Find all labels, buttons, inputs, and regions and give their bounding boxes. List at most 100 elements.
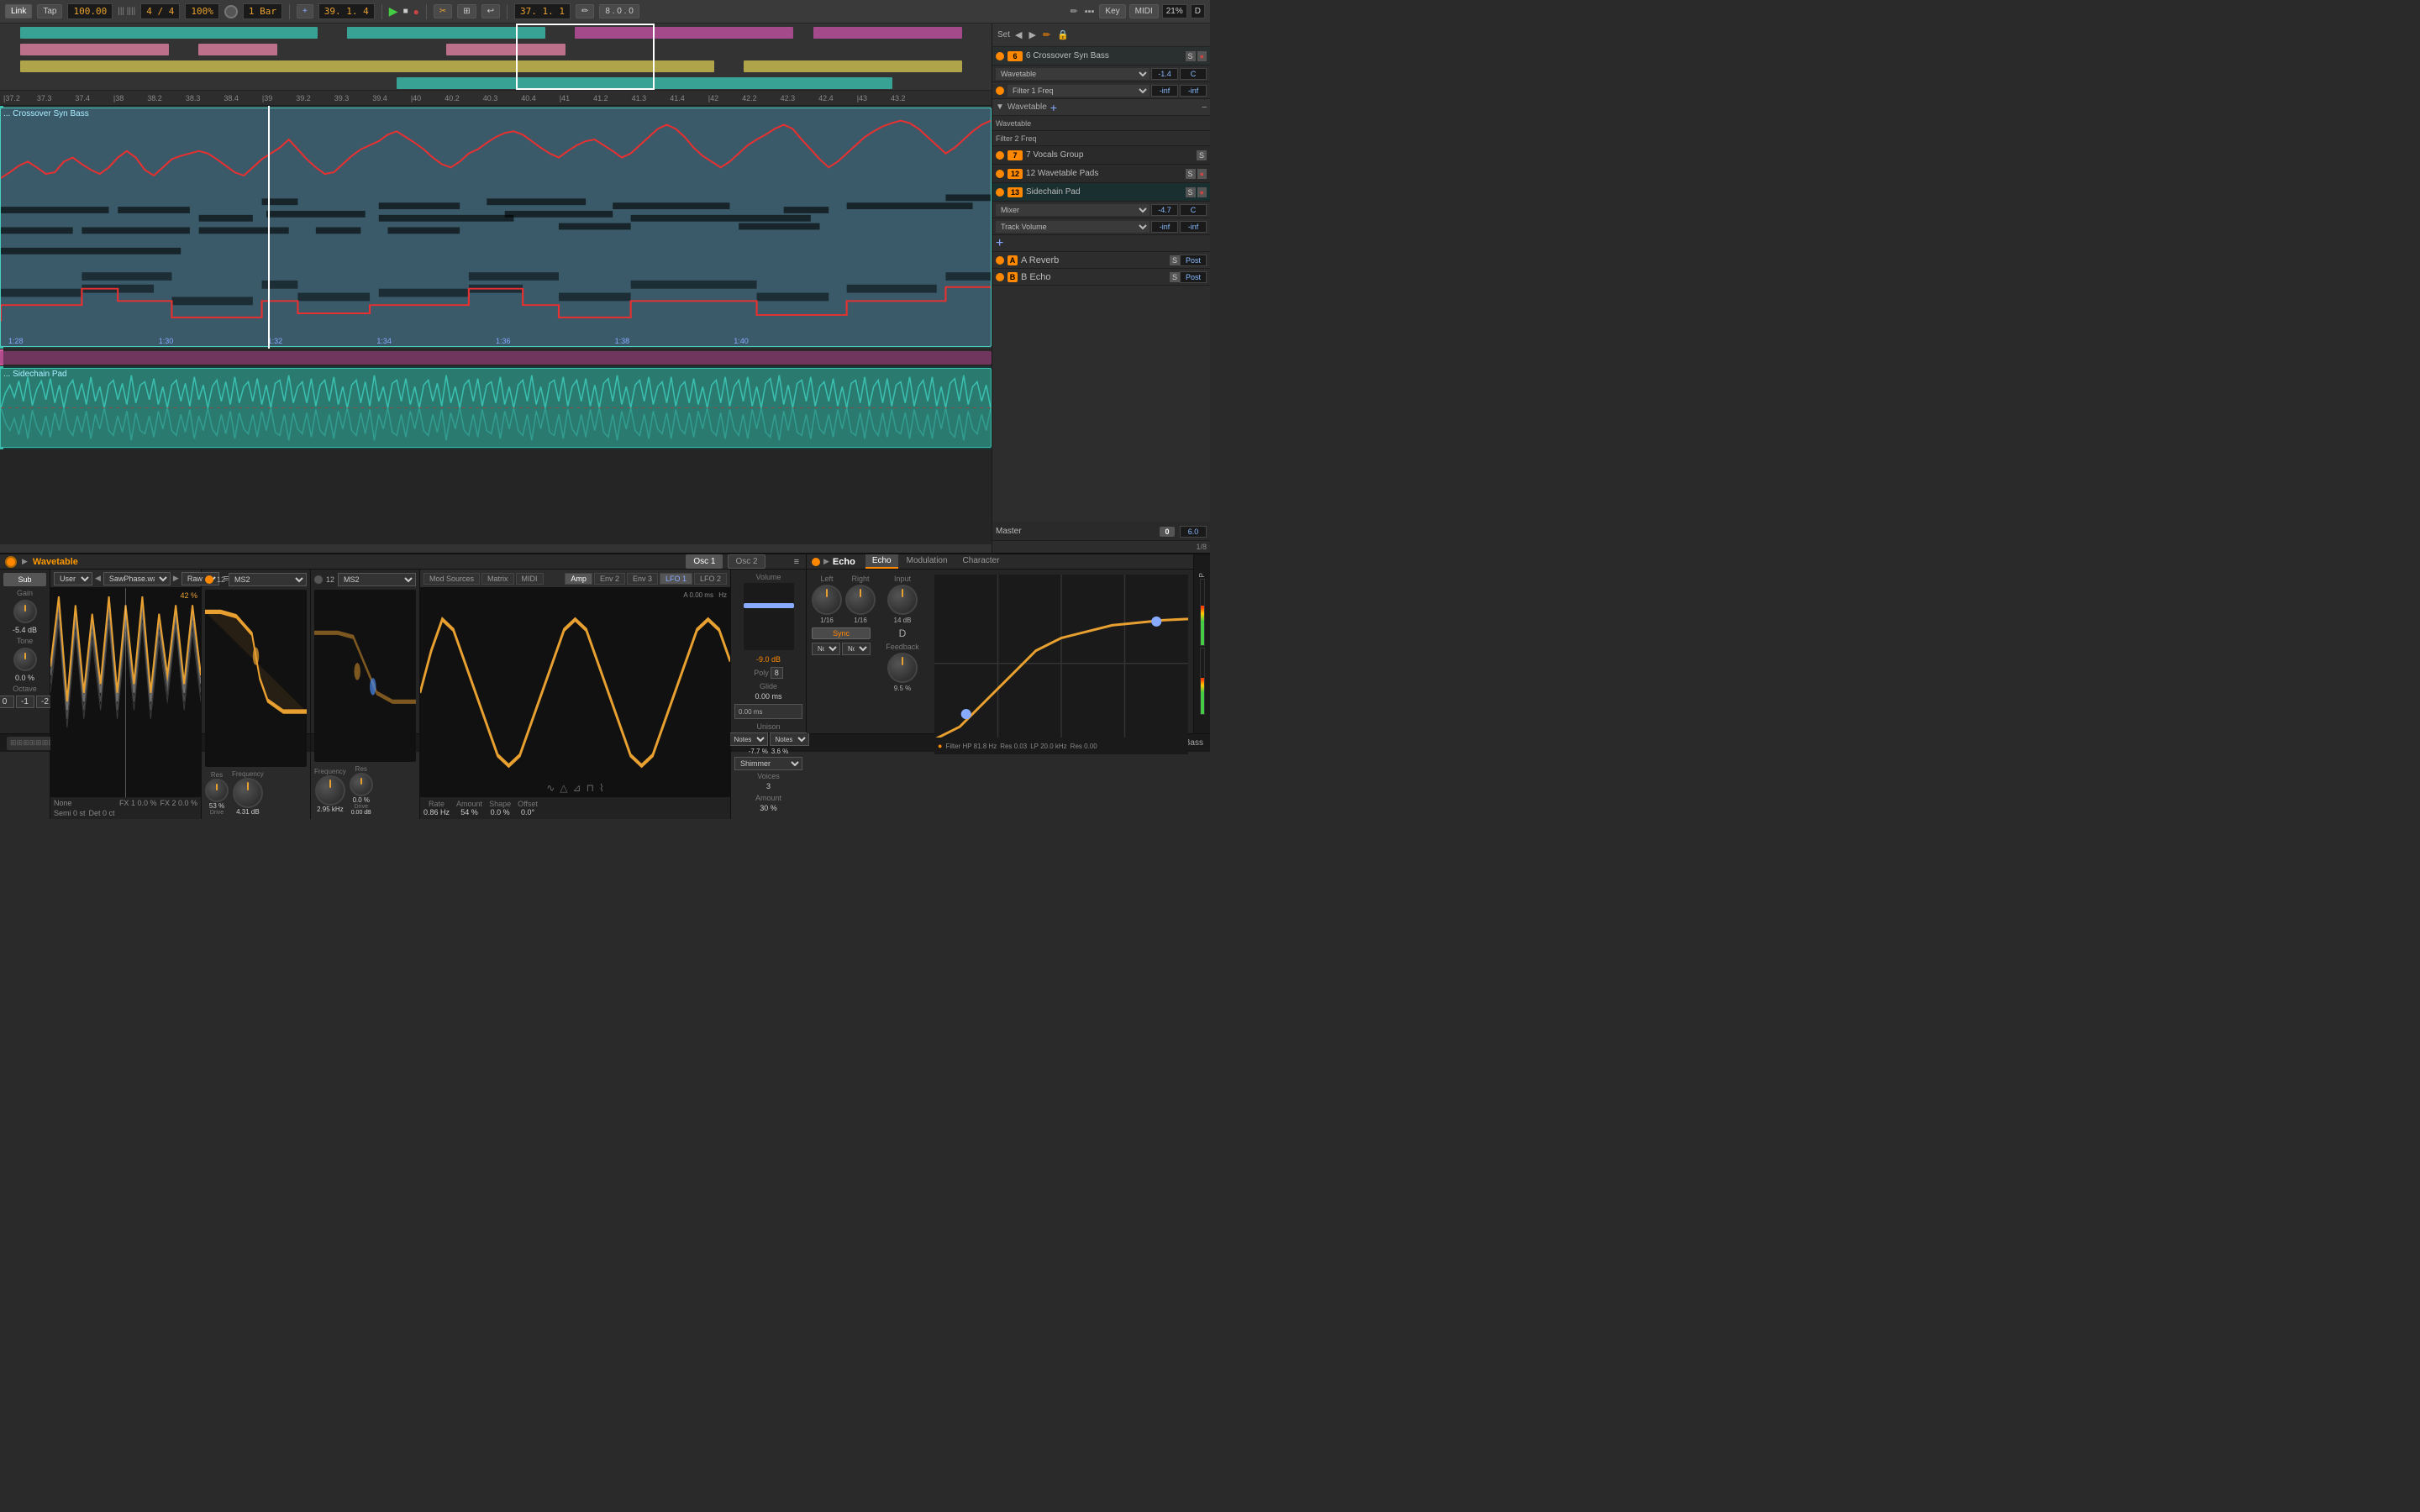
tri-shape[interactable]: △ bbox=[560, 782, 567, 794]
prev-btn[interactable]: ◀ bbox=[1013, 29, 1023, 40]
filter-power[interactable] bbox=[996, 87, 1004, 95]
saw-shape[interactable]: ⊿ bbox=[573, 782, 581, 794]
notes1-echo-select[interactable]: Notes bbox=[812, 643, 840, 655]
filter2-select[interactable]: MS2 bbox=[338, 573, 416, 586]
track-s-6[interactable]: S bbox=[1186, 51, 1196, 61]
reverb-s[interactable]: S bbox=[1170, 255, 1180, 265]
track-s-13[interactable]: S bbox=[1186, 187, 1196, 197]
arr-scrollbar[interactable] bbox=[0, 544, 992, 553]
right-knob[interactable] bbox=[845, 585, 876, 615]
res2-knob[interactable] bbox=[350, 773, 373, 796]
link-button[interactable]: Link bbox=[5, 4, 32, 18]
sample-shape[interactable]: ⌇ bbox=[599, 782, 604, 794]
filter2-power[interactable] bbox=[314, 575, 323, 584]
collapse-btn[interactable]: – bbox=[1202, 102, 1207, 112]
tap-button[interactable]: Tap bbox=[37, 4, 62, 18]
expand-arrow[interactable]: ▼ bbox=[996, 102, 1004, 112]
tone-knob[interactable] bbox=[13, 648, 37, 671]
echo-power-btn[interactable] bbox=[812, 558, 820, 566]
res1-knob[interactable] bbox=[205, 779, 229, 802]
loop-button[interactable]: ↩ bbox=[481, 4, 500, 18]
position-display[interactable]: 39. 1. 4 bbox=[318, 3, 375, 19]
rp-track-7[interactable]: 7 7 Vocals Group S bbox=[992, 146, 1210, 165]
midi-clip[interactable] bbox=[0, 108, 992, 347]
octave-1[interactable]: -1 bbox=[16, 696, 34, 708]
osc-arrow-right[interactable]: ▶ bbox=[173, 574, 179, 583]
glide-display[interactable]: 0.00 ms bbox=[734, 704, 802, 719]
stop-button[interactable]: ■ bbox=[403, 7, 408, 16]
filter1-select[interactable]: MS2 bbox=[229, 573, 307, 586]
grid-button[interactable]: ⊞ bbox=[457, 4, 476, 18]
filter-select[interactable]: Filter 1 Freq bbox=[1007, 85, 1150, 97]
filter-val2[interactable]: -inf bbox=[1180, 85, 1207, 97]
echo-s[interactable]: S bbox=[1170, 272, 1180, 282]
track-r-12[interactable]: ● bbox=[1197, 169, 1207, 179]
wt-settings[interactable]: ≡ bbox=[792, 557, 801, 567]
lock-btn[interactable]: 🔒 bbox=[1055, 29, 1071, 40]
echo-tab-modulation[interactable]: Modulation bbox=[900, 554, 955, 569]
rp-track-12[interactable]: 12 12 Wavetable Pads S ● bbox=[992, 165, 1210, 183]
wt-osc1-tab[interactable]: Osc 1 bbox=[686, 554, 723, 569]
matrix-tab[interactable]: Matrix bbox=[481, 573, 514, 585]
rp-track-6[interactable]: 6 6 Crossover Syn Bass S ● bbox=[992, 47, 1210, 66]
notes2-select[interactable]: Notes bbox=[770, 732, 809, 746]
vocals-clip[interactable] bbox=[0, 351, 992, 365]
bpm-display[interactable]: 100.00 bbox=[67, 3, 113, 19]
crossover-syn-bass-track[interactable]: ... Crossover Syn Bass bbox=[0, 106, 992, 349]
add-mod-btn[interactable]: + bbox=[1050, 101, 1057, 114]
sidechain-pad-track[interactable]: ... Sidechain Pad bbox=[0, 366, 992, 450]
input-knob[interactable] bbox=[887, 585, 918, 615]
amp-tab[interactable]: Amp bbox=[565, 573, 592, 585]
vocals-group-track[interactable] bbox=[0, 349, 992, 366]
octave-0[interactable]: 0 bbox=[0, 696, 14, 708]
wave-select[interactable]: SawPhase.wav bbox=[103, 572, 171, 585]
shimmer-select[interactable]: Shimmer bbox=[734, 757, 802, 770]
pencil-icon[interactable]: ✏ bbox=[1068, 6, 1079, 17]
pencil-btn[interactable]: ✏ bbox=[1041, 29, 1052, 40]
track-power-13[interactable] bbox=[996, 188, 1004, 197]
filter-val1[interactable]: -inf bbox=[1151, 85, 1178, 97]
mixer-select[interactable]: Mixer bbox=[996, 204, 1150, 216]
volume-val2[interactable]: C bbox=[1180, 68, 1207, 80]
sub-tab[interactable]: Sub bbox=[3, 573, 46, 586]
zoom-display[interactable]: 100% bbox=[185, 3, 219, 19]
volume-val1[interactable]: -1.4 bbox=[1151, 68, 1178, 80]
osc-arrow-left[interactable]: ◀ bbox=[95, 574, 101, 583]
volume-fader[interactable] bbox=[744, 583, 794, 650]
user-select[interactable]: User bbox=[54, 572, 92, 585]
wt-power-btn[interactable] bbox=[5, 556, 17, 568]
key-button[interactable]: Key bbox=[1099, 4, 1125, 18]
square-shape[interactable]: ⊓ bbox=[587, 782, 594, 794]
arr-overview[interactable] bbox=[0, 24, 992, 91]
track-s-7[interactable]: S bbox=[1197, 150, 1207, 160]
filter1-power[interactable] bbox=[205, 575, 213, 584]
midi-tab[interactable]: MIDI bbox=[516, 573, 544, 585]
lfo1-tab[interactable]: LFO 1 bbox=[660, 573, 692, 585]
audio-clip[interactable] bbox=[0, 368, 992, 448]
env3-tab[interactable]: Env 3 bbox=[627, 573, 658, 585]
notes1-select[interactable]: Notes bbox=[729, 732, 768, 746]
track-power-7[interactable] bbox=[996, 151, 1004, 160]
track-s-12[interactable]: S bbox=[1186, 169, 1196, 179]
bars-icon[interactable]: ▪▪▪ bbox=[1083, 7, 1097, 17]
volume-select[interactable]: Wavetable bbox=[996, 68, 1150, 80]
env2-tab[interactable]: Env 2 bbox=[594, 573, 625, 585]
gain-knob[interactable] bbox=[13, 600, 37, 623]
track-power-12[interactable] bbox=[996, 170, 1004, 178]
metronome-icon[interactable] bbox=[224, 5, 238, 18]
sync-button[interactable]: Sync bbox=[812, 627, 871, 639]
echo-power[interactable] bbox=[996, 273, 1004, 281]
lfo2-tab[interactable]: LFO 2 bbox=[694, 573, 727, 585]
notes2-echo-select[interactable]: Notes bbox=[842, 643, 871, 655]
feedback-knob[interactable] bbox=[887, 653, 918, 683]
echo-tab-character[interactable]: Character bbox=[956, 554, 1007, 569]
mod-sources-tab[interactable]: Mod Sources bbox=[424, 573, 480, 585]
echo-tab-echo[interactable]: Echo bbox=[865, 554, 898, 569]
reverb-power[interactable] bbox=[996, 256, 1004, 265]
add-param-btn[interactable]: + bbox=[996, 236, 1003, 251]
track-power-6[interactable] bbox=[996, 52, 1004, 60]
wt-osc2-tab[interactable]: Osc 2 bbox=[728, 554, 765, 569]
left-knob[interactable] bbox=[812, 585, 842, 615]
rp-track-13[interactable]: 13 Sidechain Pad S ● bbox=[992, 183, 1210, 202]
record-button[interactable]: ● bbox=[413, 6, 419, 18]
